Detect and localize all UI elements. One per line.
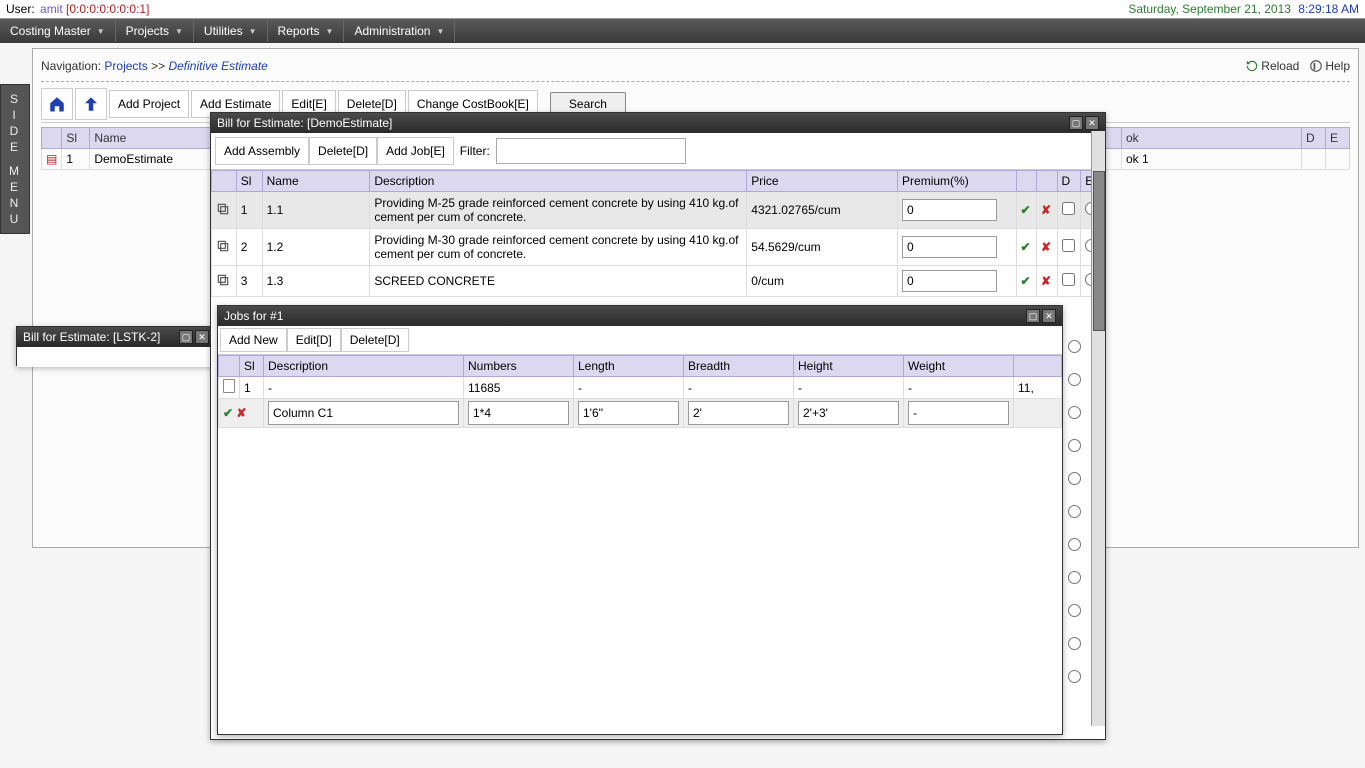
close-button[interactable]: ✕ xyxy=(1085,116,1099,130)
jobs-table: Sl Description Numbers Length Breadth He… xyxy=(218,355,1062,428)
jobs-toolbar: Add New Edit[D] Delete[D] xyxy=(218,326,1062,355)
premium-input[interactable] xyxy=(902,199,997,221)
add-job-button[interactable]: Add Job[E] xyxy=(377,137,454,165)
close-button[interactable]: ✕ xyxy=(195,330,209,344)
row-d-checkbox[interactable] xyxy=(1062,202,1075,215)
row-e-radio[interactable] xyxy=(1068,340,1081,353)
home-button[interactable] xyxy=(41,88,73,120)
vertical-scrollbar[interactable] xyxy=(1091,131,1105,726)
row-e-radio[interactable] xyxy=(1068,439,1081,452)
row-e-radio[interactable] xyxy=(1068,571,1081,584)
delete-button[interactable]: Delete[D] xyxy=(341,328,409,352)
up-button[interactable] xyxy=(75,88,107,120)
confirm-icon[interactable]: ✔ xyxy=(223,406,233,420)
menu-utilities[interactable]: Utilities▼ xyxy=(194,20,268,42)
status-bar: User: amit [0:0:0:0:0:0:0:1] Saturday, S… xyxy=(0,0,1365,19)
row-e-radio[interactable] xyxy=(1068,670,1081,683)
confirm-icon[interactable]: ✔ xyxy=(1021,203,1031,217)
confirm-icon[interactable]: ✔ xyxy=(1021,240,1031,254)
row-e-radio[interactable] xyxy=(1068,637,1081,650)
length-input[interactable] xyxy=(578,401,679,425)
menu-administration[interactable]: Administration▼ xyxy=(344,20,455,42)
close-button[interactable]: ✕ xyxy=(1042,309,1056,323)
breadth-input[interactable] xyxy=(688,401,789,425)
user-ip: [0:0:0:0:0:0:0:1] xyxy=(66,2,149,16)
breadcrumb-definitive-estimate[interactable]: Definitive Estimate xyxy=(168,59,267,73)
window-jobs: Jobs for #1 ▢ ✕ Add New Edit[D] Delete[D… xyxy=(217,305,1063,735)
desc-input[interactable] xyxy=(268,401,459,425)
doc-icon: ▤ xyxy=(46,152,57,166)
col-d[interactable]: D xyxy=(1302,128,1326,149)
maximize-button[interactable]: ▢ xyxy=(179,330,193,344)
row-d-checkbox[interactable] xyxy=(1062,239,1075,252)
row-e-radio[interactable] xyxy=(1068,604,1081,617)
row-e-radio[interactable] xyxy=(1068,538,1081,551)
add-project-button[interactable]: Add Project xyxy=(109,90,189,118)
table-row[interactable]: 2 1.2 Providing M-30 grade reinforced ce… xyxy=(212,229,1105,266)
breadcrumb: Navigation: Projects >> Definitive Estim… xyxy=(41,59,268,73)
scrollbar-thumb[interactable] xyxy=(1093,171,1105,331)
col-e[interactable]: E xyxy=(1326,128,1350,149)
edit-row: ✔ ✘ xyxy=(219,399,1062,428)
window-title: Bill for Estimate: [LSTK-2] xyxy=(23,330,160,344)
cancel-icon[interactable]: ✘ xyxy=(1041,203,1051,217)
window-lstk[interactable]: Bill for Estimate: [LSTK-2] ▢ ✕ xyxy=(16,326,216,366)
add-new-button[interactable]: Add New xyxy=(220,328,287,352)
copy-icon xyxy=(216,273,230,287)
cancel-icon[interactable]: ✘ xyxy=(236,406,246,420)
bill-table: Sl Name Description Price Premium(%) D E… xyxy=(211,170,1105,297)
up-arrow-icon xyxy=(82,95,100,113)
svg-text:i: i xyxy=(1314,64,1316,71)
row-e-radio[interactable] xyxy=(1068,373,1081,386)
menu-costing-master[interactable]: Costing Master▼ xyxy=(0,20,116,42)
row-e-radio[interactable] xyxy=(1068,472,1081,485)
col-ok[interactable]: ok xyxy=(1122,128,1302,149)
filter-input[interactable] xyxy=(496,138,686,164)
row-d-checkbox[interactable] xyxy=(1062,273,1075,286)
add-assembly-button[interactable]: Add Assembly xyxy=(215,137,309,165)
status-date: Saturday, September 21, 2013 xyxy=(1128,2,1291,16)
help-button[interactable]: i Help xyxy=(1309,59,1350,73)
main-menubar: Costing Master▼ Projects▼ Utilities▼ Rep… xyxy=(0,19,1365,43)
confirm-icon[interactable]: ✔ xyxy=(1021,274,1031,288)
home-icon xyxy=(48,95,66,113)
filter-label: Filter: xyxy=(454,138,496,164)
delete-button[interactable]: Delete[D] xyxy=(309,137,377,165)
cancel-icon[interactable]: ✘ xyxy=(1041,240,1051,254)
col-sl[interactable]: Sl xyxy=(62,128,90,149)
weight-input[interactable] xyxy=(908,401,1009,425)
user-label: User: xyxy=(6,2,35,16)
help-icon: i xyxy=(1309,59,1323,73)
row-e-radio[interactable] xyxy=(1068,505,1081,518)
user-name: amit xyxy=(40,2,63,16)
copy-icon xyxy=(216,239,230,253)
maximize-button[interactable]: ▢ xyxy=(1026,309,1040,323)
menu-reports[interactable]: Reports▼ xyxy=(268,20,345,42)
copy-icon xyxy=(216,202,230,216)
numbers-input[interactable] xyxy=(468,401,569,425)
table-row[interactable]: 3 1.3 SCREED CONCRETE 0/cum ✔ ✘ xyxy=(212,266,1105,297)
cancel-icon[interactable]: ✘ xyxy=(1041,274,1051,288)
premium-input[interactable] xyxy=(902,236,997,258)
height-input[interactable] xyxy=(798,401,899,425)
page-icon xyxy=(223,379,235,393)
extra-e-radios xyxy=(1068,340,1081,683)
table-row[interactable]: 1 1.1 Providing M-25 grade reinforced ce… xyxy=(212,192,1105,229)
breadcrumb-projects[interactable]: Projects xyxy=(104,59,147,73)
reload-button[interactable]: Reload xyxy=(1245,59,1299,73)
status-time: 8:29:18 AM xyxy=(1298,2,1359,16)
row-e-radio[interactable] xyxy=(1068,406,1081,419)
window-title: Jobs for #1 xyxy=(224,309,283,323)
menu-projects[interactable]: Projects▼ xyxy=(116,20,194,42)
premium-input[interactable] xyxy=(902,270,997,292)
maximize-button[interactable]: ▢ xyxy=(1069,116,1083,130)
window-title: Bill for Estimate: [DemoEstimate] xyxy=(217,116,392,130)
edit-button[interactable]: Edit[D] xyxy=(287,328,341,352)
table-row[interactable]: 1 - 11685 - - - - 11, xyxy=(219,377,1062,399)
reload-icon xyxy=(1245,59,1259,73)
side-menu-tab[interactable]: SIDE MENU xyxy=(0,84,30,234)
bill-toolbar: Add Assembly Delete[D] Add Job[E] Filter… xyxy=(211,133,1105,170)
